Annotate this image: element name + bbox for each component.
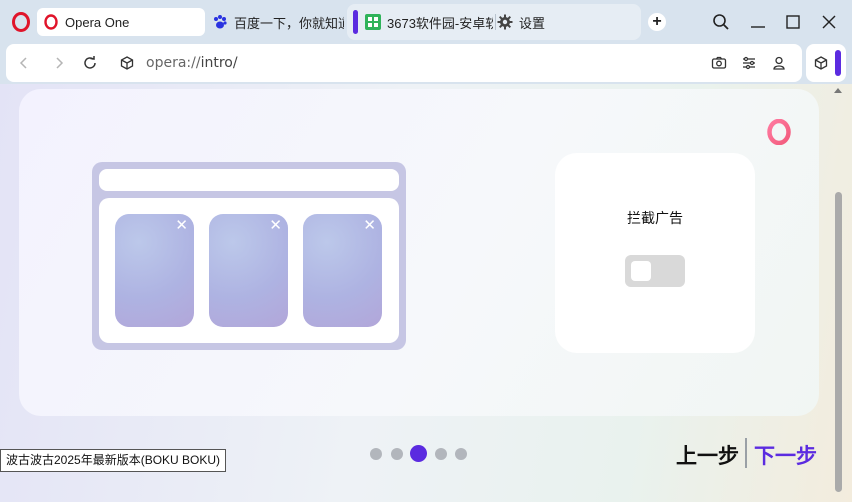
previous-button[interactable]: 上一步 xyxy=(676,440,739,470)
tab-label: 百度一下，你就知道 xyxy=(234,15,344,31)
plus-icon: + xyxy=(652,13,662,30)
close-ad-icon: ✕ xyxy=(175,216,188,234)
extensions-cube-icon xyxy=(814,56,828,70)
tab-group: 3673软件园-安卓软件 设置 xyxy=(347,4,641,40)
tab-label: 设置 xyxy=(519,15,546,31)
ad-tile: ✕ xyxy=(303,214,382,327)
close-icon[interactable] xyxy=(819,12,839,32)
baidu-icon xyxy=(214,15,227,29)
feature-title: 拦截广告 xyxy=(627,210,683,226)
close-ad-icon: ✕ xyxy=(269,216,282,234)
tab-separator xyxy=(495,14,496,30)
tab-settings[interactable]: 设置 xyxy=(497,4,637,40)
site-info-cube-icon[interactable] xyxy=(119,55,135,71)
tab-3673[interactable]: 3673软件园-安卓软件 xyxy=(365,4,493,40)
opera-logo-icon xyxy=(767,119,791,145)
url-scheme: opera:// xyxy=(146,55,201,71)
step-dot-2[interactable] xyxy=(391,448,403,460)
opera-menu-icon[interactable] xyxy=(12,12,30,32)
mockup-address-bar xyxy=(99,169,399,191)
step-dot-5[interactable] xyxy=(455,448,467,460)
url-field[interactable]: opera://intro/ xyxy=(146,55,238,71)
next-button[interactable]: 下一步 xyxy=(754,440,817,470)
back-icon[interactable] xyxy=(16,55,32,71)
ad-tile: ✕ xyxy=(115,214,194,327)
url-path: intro/ xyxy=(200,55,238,71)
tab-baidu[interactable]: 百度一下，你就知道 xyxy=(206,6,344,38)
tab-group-indicator[interactable] xyxy=(353,10,358,34)
step-dot-1[interactable] xyxy=(370,448,382,460)
sidebar-accent-bar xyxy=(835,50,841,76)
minimize-icon[interactable] xyxy=(748,12,768,32)
tab-label: 3673软件园-安卓软件 xyxy=(387,15,493,31)
easy-setup-icon[interactable] xyxy=(741,55,757,71)
tab-opera-one[interactable]: Opera One xyxy=(37,8,205,36)
close-ad-icon: ✕ xyxy=(363,216,376,234)
toggle-knob xyxy=(631,261,651,281)
scroll-up-arrow-icon[interactable] xyxy=(834,88,842,93)
feature-panel: 拦截广告 xyxy=(555,153,755,353)
mockup-page: ✕ ✕ ✕ xyxy=(99,198,399,343)
maximize-icon[interactable] xyxy=(783,12,803,32)
browser-mockup-illustration: ✕ ✕ ✕ xyxy=(92,162,406,350)
step-dot-4[interactable] xyxy=(435,448,447,460)
profile-icon[interactable] xyxy=(771,55,787,71)
forward-icon[interactable] xyxy=(51,55,67,71)
scrollbar-thumb[interactable] xyxy=(835,192,842,492)
opera-icon xyxy=(44,14,58,30)
link-status-tooltip: 波古波古2025年最新版本(BOKU BOKU) xyxy=(0,449,227,472)
search-tabs-icon[interactable] xyxy=(711,12,731,32)
new-tab-button[interactable]: + xyxy=(648,13,666,31)
reload-icon[interactable] xyxy=(82,55,98,71)
tab-label: Opera One xyxy=(65,14,130,30)
button-divider xyxy=(745,438,747,468)
block-ads-toggle[interactable] xyxy=(625,255,685,287)
3673-site-icon xyxy=(365,14,381,30)
tab-strip: Opera One 百度一下，你就知道 3673软件园-安卓软件 xyxy=(0,0,852,44)
step-dot-3[interactable] xyxy=(410,445,427,462)
camera-snapshot-icon[interactable] xyxy=(711,55,727,71)
ad-tile: ✕ xyxy=(209,214,288,327)
address-bar: opera://intro/ xyxy=(6,44,802,82)
gear-icon xyxy=(497,14,513,30)
